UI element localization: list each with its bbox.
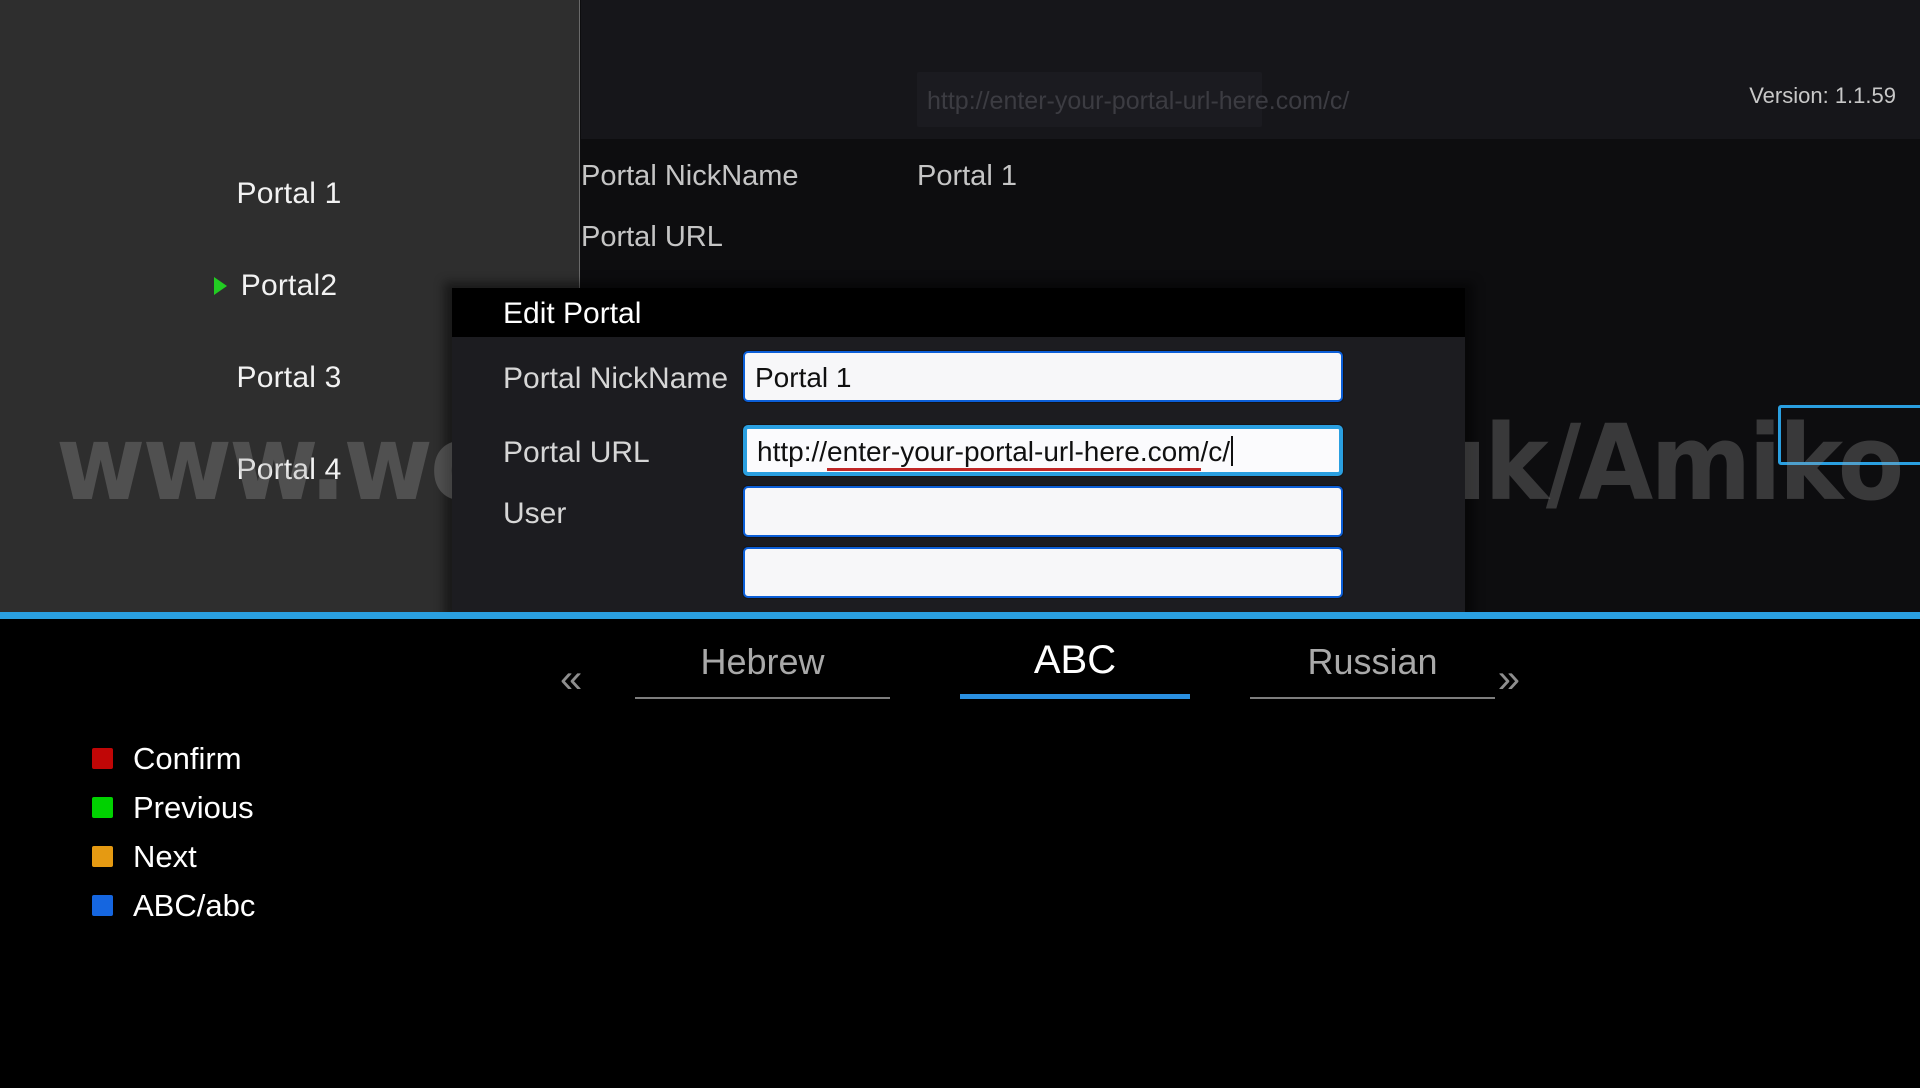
legend-row: Previous: [92, 783, 412, 832]
color-swatch-icon: [92, 748, 113, 769]
dialog-text-input[interactable]: Portal 1: [743, 351, 1343, 402]
bg-nickname-value: Portal 1: [917, 160, 1017, 192]
dialog-field-row: [452, 541, 1465, 614]
dialog-text-input[interactable]: [743, 547, 1343, 598]
version-label: Version: 1.1.59: [1749, 83, 1896, 108]
edit-portal-dialog: Edit Portal Portal NickName Portal 1 Porta…: [452, 288, 1465, 614]
keyboard-language-bar: « » Hebrew ABC Russian: [560, 637, 1520, 713]
language-tab-russian[interactable]: Russian: [1250, 637, 1495, 699]
dialog-text-input[interactable]: http://enter-your-portal-url-here.com/c/: [743, 425, 1343, 476]
bg-url-value: http://enter-your-portal-url-here.com/c/: [927, 87, 1350, 115]
portal-list-item[interactable]: Portal 1: [0, 172, 579, 216]
dialog-field-label: Portal URL: [503, 436, 650, 469]
portal-list-item-label: Portal 4: [236, 453, 342, 486]
dialog-input-value: Portal 1: [755, 362, 852, 393]
color-swatch-icon: [92, 895, 113, 916]
color-key-legend: Confirm Previous Next ABC/abc: [92, 734, 412, 930]
bg-url-field[interactable]: http://enter-your-portal-url-here.com/c/: [917, 72, 1349, 127]
dialog-field-label: Portal NickName: [503, 362, 729, 395]
chevron-left-icon[interactable]: «: [560, 659, 582, 699]
color-swatch-icon: [92, 797, 113, 818]
portal-list-item-label: Portal 3: [236, 361, 342, 394]
color-swatch-icon: [92, 846, 113, 867]
app-content-area: Portal 1 Portal2 Portal 3 Portal 4 Version:…: [0, 0, 1920, 614]
legend-row: ABC/abc: [92, 881, 412, 930]
bg-nickname-label: Portal NickName: [581, 160, 799, 192]
section-divider: [0, 612, 1920, 619]
portal-list-item-label: Portal2: [240, 269, 338, 302]
legend-label: Next: [133, 838, 197, 874]
legend-label: Confirm: [133, 740, 242, 776]
selection-arrow-icon: [213, 277, 227, 295]
legend-row: Next: [92, 832, 412, 881]
tv-portal-settings-screen: Portal 1 Portal2 Portal 3 Portal 4 Version:…: [0, 0, 1920, 1088]
dialog-field-row: Portal NickName Portal 1: [452, 345, 1465, 420]
dialog-title-bar: Edit Portal: [452, 288, 1465, 337]
text-caret: [1231, 436, 1234, 466]
legend-row: Confirm: [92, 734, 412, 783]
onscreen-keyboard-panel: « » Hebrew ABC Russian Confirm Previous Next…: [0, 619, 1920, 1088]
dialog-field-label: User: [503, 497, 567, 530]
language-tab-abc[interactable]: ABC: [960, 637, 1190, 699]
legend-label: ABC/abc: [133, 887, 256, 923]
bg-url-label: Portal URL: [581, 221, 723, 253]
language-tab-hebrew[interactable]: Hebrew: [635, 637, 890, 699]
dialog-title: Edit Portal: [503, 297, 642, 330]
portal-list-item-label: Portal 1: [236, 177, 342, 210]
legend-label: Previous: [133, 789, 254, 825]
chevron-right-icon[interactable]: »: [1498, 659, 1520, 699]
dialog-input-value: http://enter-your-portal-url-here.com/c/: [757, 436, 1234, 471]
bg-focused-field-outline[interactable]: [1778, 405, 1920, 465]
dialog-text-input[interactable]: [743, 486, 1343, 537]
